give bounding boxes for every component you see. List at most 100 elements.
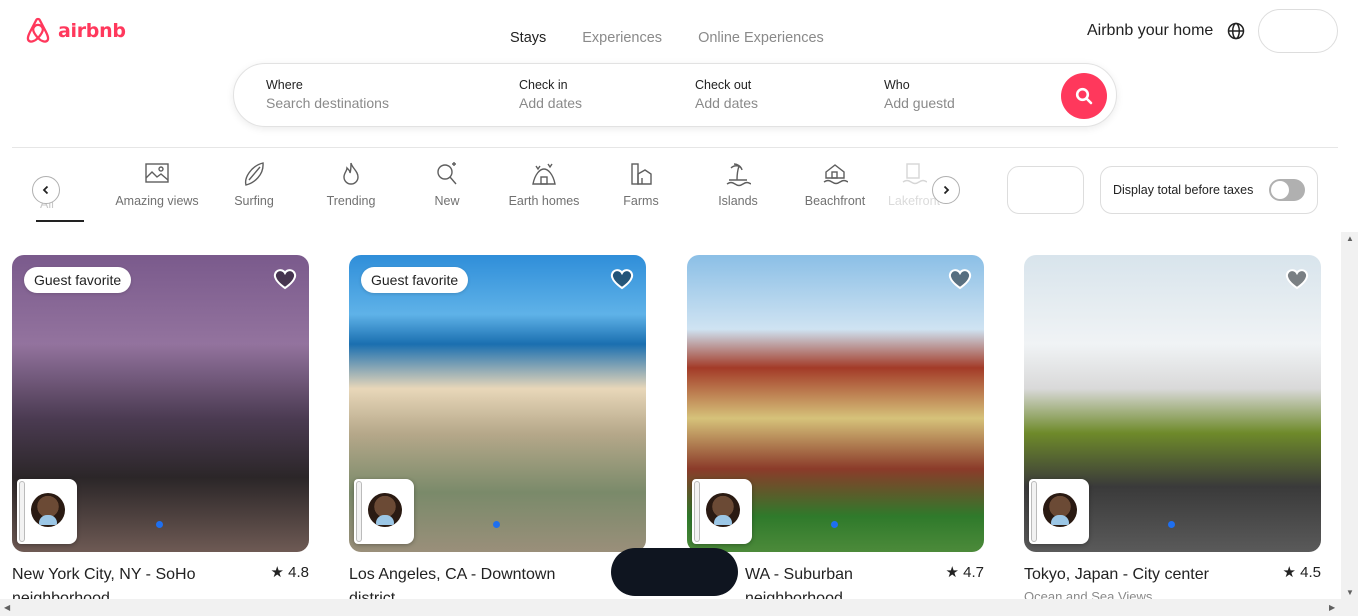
guest-favorite-badge: Guest favorite xyxy=(24,267,132,293)
beachfront-icon xyxy=(823,164,848,185)
category-label: Islands xyxy=(718,194,758,208)
carousel-dot[interactable] xyxy=(156,521,163,528)
page: airbnb Stays Experiences Online Experien… xyxy=(0,0,1358,616)
listing-title-row: Tokyo, Japan - City center ★ 4.5 xyxy=(1024,563,1321,585)
scroll-up-arrow-icon[interactable]: ▲ xyxy=(1346,234,1354,243)
category-prev-button[interactable] xyxy=(32,176,60,204)
listing-card[interactable]: WA - Suburban neighborhood ★ 4.7 xyxy=(687,255,984,607)
category-next-button[interactable] xyxy=(932,176,960,204)
tax-toggle-panel: Display total before taxes xyxy=(1100,166,1318,214)
where-label: Where xyxy=(266,78,303,92)
category-islands[interactable]: Islands xyxy=(690,160,786,208)
who-placeholder: Add guestd xyxy=(884,95,955,111)
carousel-dot[interactable] xyxy=(493,521,500,528)
filters-button[interactable] xyxy=(1007,166,1084,214)
category-earth-homes[interactable]: Earth homes xyxy=(496,160,592,208)
heart-icon[interactable] xyxy=(1285,267,1309,291)
category-beachfront[interactable]: Beachfront xyxy=(787,160,883,208)
airbnb-logo[interactable]: airbnb xyxy=(24,16,126,46)
scroll-left-arrow-icon[interactable]: ◀ xyxy=(4,603,10,612)
guest-favorite-badge: Guest favorite xyxy=(361,267,469,293)
listing-photo[interactable] xyxy=(687,255,984,552)
tab-experiences[interactable]: Experiences xyxy=(582,30,662,46)
avatar xyxy=(706,493,740,527)
amazing-views-icon xyxy=(145,163,169,183)
tab-stays[interactable]: Stays xyxy=(510,30,546,46)
listing-card[interactable]: Guest favorite New York City, NY - SoHo … xyxy=(12,255,309,607)
search-bar: Where Search destinations Check in Add d… xyxy=(233,63,1117,127)
checkout-placeholder: Add dates xyxy=(695,95,759,111)
carousel-dot[interactable] xyxy=(831,521,838,528)
listing-card[interactable]: Tokyo, Japan - City center ★ 4.5 Ocean a… xyxy=(1024,255,1321,604)
category-trending[interactable]: Trending xyxy=(303,160,399,208)
category-label: Surfing xyxy=(234,194,274,208)
category-surfing[interactable]: Surfing xyxy=(206,160,302,208)
search-icon xyxy=(1075,87,1093,105)
card-spine xyxy=(356,481,362,542)
host-link[interactable]: Airbnb your home xyxy=(1087,22,1213,40)
chevron-left-icon xyxy=(42,185,49,195)
floating-toast[interactable] xyxy=(611,548,738,596)
listing-title: Tokyo, Japan - City center xyxy=(1024,566,1209,583)
category-strip: Amazing views Surfing Trending New Earth… xyxy=(0,160,1000,226)
farm-icon xyxy=(631,163,652,185)
category-label: Farms xyxy=(623,194,659,208)
host-avatar-card xyxy=(354,479,414,544)
listing-rating: ★ 4.5 xyxy=(1282,564,1321,581)
vertical-scrollbar[interactable]: ▲ ▼ xyxy=(1341,232,1358,599)
avatar xyxy=(31,493,65,527)
card-spine xyxy=(694,481,700,542)
checkout-field[interactable]: Check out Add dates xyxy=(695,78,758,111)
category-label: Trending xyxy=(326,194,376,208)
host-avatar-card xyxy=(1029,479,1089,544)
who-field[interactable]: Who Add guestd xyxy=(884,78,955,111)
listing-photo[interactable]: Guest favorite xyxy=(349,255,646,552)
search-button[interactable] xyxy=(1061,73,1107,119)
listing-photo[interactable] xyxy=(1024,255,1321,552)
category-new[interactable]: New xyxy=(399,160,495,208)
who-label: Who xyxy=(884,78,910,92)
listing-rating: ★ 4.8 xyxy=(270,564,309,581)
host-avatar-card xyxy=(692,479,752,544)
listing-card[interactable]: Guest favorite Los Angeles, CA - Downtow… xyxy=(349,255,646,607)
listing-photo[interactable]: Guest favorite xyxy=(12,255,309,552)
profile-menu-button[interactable] xyxy=(1258,9,1338,53)
avatar xyxy=(1043,493,1077,527)
listing-title-row: New York City, NY - SoHo neighborhood ★ … xyxy=(12,563,309,607)
heart-icon[interactable] xyxy=(610,267,634,291)
checkin-field[interactable]: Check in Add dates xyxy=(519,78,582,111)
toggle-knob xyxy=(1271,181,1289,199)
carousel-dot[interactable] xyxy=(1168,521,1175,528)
lakefront-icon xyxy=(902,163,927,185)
category-farms[interactable]: Farms xyxy=(593,160,689,208)
listing-rating: ★ 4.7 xyxy=(945,564,984,581)
checkin-label: Check in xyxy=(519,78,568,92)
host-avatar-card xyxy=(17,479,77,544)
where-field[interactable]: Where Search destinations xyxy=(266,78,389,111)
new-sparkle-icon xyxy=(437,162,457,185)
horizontal-scrollbar[interactable]: ◀ ▶ xyxy=(0,599,1358,616)
category-label: Amazing views xyxy=(115,194,199,208)
where-placeholder: Search destinations xyxy=(266,95,389,111)
heart-icon[interactable] xyxy=(948,267,972,291)
chevron-right-icon xyxy=(943,185,950,195)
flame-icon xyxy=(343,162,359,185)
card-spine xyxy=(1031,481,1037,542)
category-label: Earth homes xyxy=(508,194,580,208)
airbnb-logo-icon xyxy=(26,17,50,43)
scroll-right-arrow-icon[interactable]: ▶ xyxy=(1329,603,1335,612)
avatar xyxy=(368,493,402,527)
checkout-label: Check out xyxy=(695,78,752,92)
heart-icon[interactable] xyxy=(273,267,297,291)
logo-wordmark: airbnb xyxy=(58,20,126,42)
globe-icon[interactable] xyxy=(1227,22,1245,40)
scroll-down-arrow-icon[interactable]: ▼ xyxy=(1346,588,1354,597)
earth-home-icon xyxy=(532,163,556,185)
tax-toggle-switch[interactable] xyxy=(1269,179,1305,201)
category-amazing-views[interactable]: Amazing views xyxy=(109,160,205,208)
card-spine xyxy=(19,481,25,542)
tab-online-experiences[interactable]: Online Experiences xyxy=(698,30,824,46)
nav-tabs: Stays Experiences Online Experiences xyxy=(510,30,824,46)
listing-title-row: Los Angeles, CA - Downtown district ★ xyxy=(349,563,646,607)
category-label: New xyxy=(434,194,460,208)
